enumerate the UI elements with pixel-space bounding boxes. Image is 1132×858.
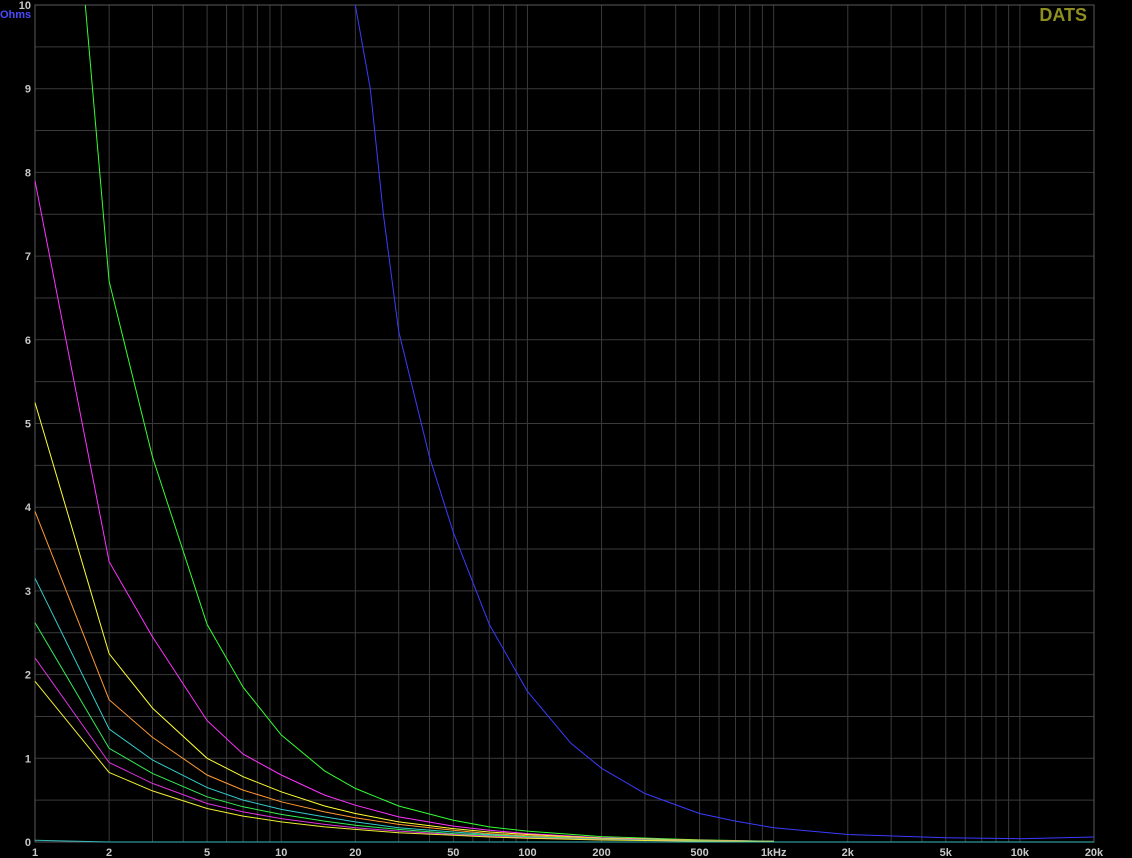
y-tick-label: 9 [25,84,31,96]
y-tick-label: 3 [25,586,31,598]
x-tick-label: 2 [106,847,112,858]
impedance-chart: 1 2 5 10 20 50 100 200 500 1kHz 2k 5k 10k 20k 0123456… [0,0,1132,858]
y-tick-label: 1 [25,753,31,765]
x-tick-label: 500 [690,847,708,858]
x-tick-label: 5 [204,847,210,858]
x-tick-label: 200 [592,847,610,858]
x-tick-label: 5k [940,847,953,858]
y-tick-label: 2 [25,670,31,682]
y-tick-label: 8 [25,167,31,179]
x-tick-label: 20 [349,847,361,858]
y-unit-label: Ohms [0,9,31,21]
y-tick-label: 5 [25,419,31,431]
x-tick-label: 20k [1085,847,1104,858]
y-tick-label: 4 [25,502,32,514]
y-tick-label: 0 [25,837,31,849]
y-tick-label: 6 [25,335,31,347]
x-tick-label: 10 [275,847,287,858]
y-tick-label: 7 [25,251,31,263]
x-tick-label: 100 [518,847,536,858]
brand-logo: DATS [1039,5,1087,25]
plot-background [0,0,1132,858]
x-tick-label: 1kHz [761,847,787,858]
x-tick-label: 2k [842,847,855,858]
x-tick-label: 1 [32,847,38,858]
x-tick-label: 10k [1011,847,1030,858]
grid [34,4,1095,843]
x-tick-label: 50 [447,847,459,858]
